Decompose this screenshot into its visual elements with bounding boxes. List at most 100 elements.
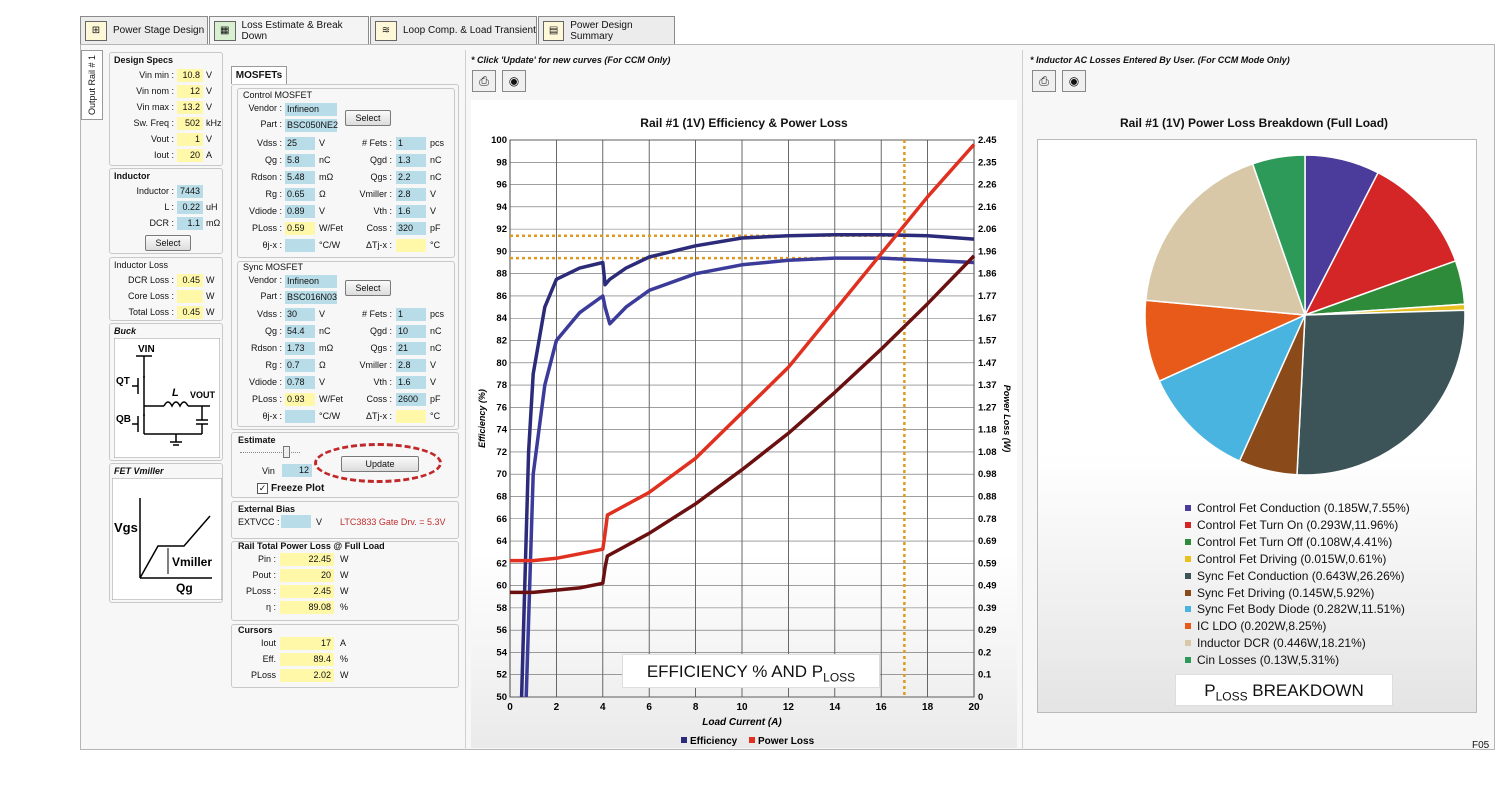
field-value[interactable]: 20: [280, 569, 334, 582]
field-unit: W: [206, 291, 215, 301]
field-value[interactable]: 7443: [177, 185, 203, 198]
y2-tick-label: 1.86: [978, 269, 997, 280]
side-tab-output-rail[interactable]: Output Rail # 1: [81, 50, 103, 120]
pie-camera-icon[interactable]: ◉: [1062, 70, 1086, 92]
tab-loss-estimate[interactable]: ▦ Loss Estimate & Break Down: [209, 16, 369, 44]
field-value[interactable]: 2.02: [280, 669, 334, 682]
y-tick-label: 62: [496, 558, 507, 569]
param-value[interactable]: [285, 410, 315, 423]
param-value[interactable]: 1.73: [285, 342, 315, 355]
field-value[interactable]: [177, 290, 203, 303]
freeze-plot-label: Freeze Plot: [271, 483, 325, 494]
y2-tick-label: 1.96: [978, 246, 997, 257]
param-value[interactable]: 0.93: [285, 393, 315, 406]
param-value[interactable]: 2.2: [396, 171, 426, 184]
pie-printer-icon[interactable]: ⎙: [1032, 70, 1056, 92]
param-value[interactable]: 0.65: [285, 188, 315, 201]
field-value[interactable]: 1.1: [177, 217, 203, 230]
efficiency-note: * Click 'Update' for new curves (For CCM…: [471, 55, 671, 65]
field-label: Vout :: [150, 134, 174, 144]
extvcc-field[interactable]: [281, 515, 311, 528]
param-value[interactable]: [396, 410, 426, 423]
field-value[interactable]: 17: [280, 637, 334, 650]
control-mosfet-select-button[interactable]: Select: [345, 110, 391, 126]
param-value[interactable]: 2.8: [396, 359, 426, 372]
param-label: Rg :: [265, 360, 282, 370]
control-vendor-label: Vendor :: [248, 103, 282, 113]
buck-schematic: VIN QT QB L VOUT: [114, 338, 220, 458]
param-label: Qgs :: [370, 172, 392, 182]
param-label: θj-x :: [262, 411, 282, 421]
extvcc-unit: V: [316, 517, 323, 527]
field-value[interactable]: 12: [177, 85, 203, 98]
panel-divider: [465, 50, 466, 750]
field-value[interactable]: 89.4: [280, 653, 334, 666]
param-value[interactable]: 1.6: [396, 205, 426, 218]
freeze-plot-checkbox[interactable]: ✓: [257, 483, 268, 494]
field-value[interactable]: 22.45: [280, 553, 334, 566]
field-unit: V: [206, 102, 213, 112]
sync-vendor-field[interactable]: Infineon: [285, 275, 337, 288]
field-value[interactable]: 0.22: [177, 201, 203, 214]
x-tick-label: 2: [554, 702, 560, 713]
field-value[interactable]: 1: [177, 133, 203, 146]
sync-part-field[interactable]: BSC016N03: [285, 291, 337, 304]
mosfets-tab[interactable]: MOSFETs: [231, 66, 287, 84]
param-value[interactable]: 2600: [396, 393, 426, 406]
param-value[interactable]: 0.59: [285, 222, 315, 235]
param-value[interactable]: 0.7: [285, 359, 315, 372]
pie-legend-swatch: [1185, 623, 1191, 630]
field-value[interactable]: 13.2: [177, 101, 203, 114]
field-value[interactable]: 502: [177, 117, 203, 130]
param-value[interactable]: 1.3: [396, 154, 426, 167]
param-value[interactable]: 10: [396, 325, 426, 338]
field-value[interactable]: 2.45: [280, 585, 334, 598]
param-value[interactable]: 21: [396, 342, 426, 355]
param-value[interactable]: 54.4: [285, 325, 315, 338]
y-tick-label: 72: [496, 447, 507, 458]
vin-slider-track[interactable]: [240, 452, 300, 454]
field-value[interactable]: 10.8: [177, 69, 203, 82]
buck-qb-label: QB: [116, 414, 131, 425]
estimate-vin-field[interactable]: 12: [282, 464, 312, 477]
field-value[interactable]: 89.08: [280, 601, 334, 614]
y2-tick-label: 2.16: [978, 202, 997, 213]
field-value[interactable]: 0.45: [177, 306, 203, 319]
param-value[interactable]: 1.6: [396, 376, 426, 389]
field-unit: W: [206, 275, 215, 285]
tab-power-design-summary[interactable]: ▤ Power Design Summary: [538, 16, 675, 44]
param-value[interactable]: 25: [285, 137, 315, 150]
pie-legend-label: Inductor DCR (0.446W,18.21%): [1197, 636, 1366, 651]
sync-mosfet-select-button[interactable]: Select: [345, 280, 391, 296]
y2-tick-label: 0.39: [978, 603, 997, 614]
param-value[interactable]: [396, 239, 426, 252]
inductor-loss-title: Inductor Loss: [114, 260, 169, 270]
vgs-label: Vgs: [114, 520, 138, 535]
control-part-field[interactable]: BSC050NE2: [285, 119, 338, 132]
param-value[interactable]: 5.8: [285, 154, 315, 167]
param-value[interactable]: 1: [396, 308, 426, 321]
y2-tick-label: 0.29: [978, 625, 997, 636]
param-unit: W/Fet: [319, 394, 343, 404]
printer-icon[interactable]: ⎙: [472, 70, 496, 92]
tab-power-stage-design[interactable]: ⊞ Power Stage Design: [80, 16, 208, 44]
param-value[interactable]: 0.78: [285, 376, 315, 389]
pie-legend-item: Control Fet Turn On (0.293W,11.96%): [1185, 518, 1398, 532]
field-value[interactable]: 0.45: [177, 274, 203, 287]
param-value[interactable]: [285, 239, 315, 252]
param-value[interactable]: 320: [396, 222, 426, 235]
camera-icon[interactable]: ◉: [502, 70, 526, 92]
control-vendor-field[interactable]: Infineon: [285, 103, 337, 116]
param-label: Vdss :: [256, 309, 282, 319]
inductor-select-button[interactable]: Select: [145, 235, 191, 251]
param-value[interactable]: 5.48: [285, 171, 315, 184]
param-value[interactable]: 0.89: [285, 205, 315, 218]
vin-slider-thumb[interactable]: [283, 446, 290, 458]
field-value[interactable]: 20: [177, 149, 203, 162]
param-value[interactable]: 30: [285, 308, 315, 321]
param-value[interactable]: 2.8: [396, 188, 426, 201]
param-value[interactable]: 1: [396, 137, 426, 150]
pie-legend-swatch: [1185, 640, 1191, 647]
tab-loop-comp[interactable]: ≋ Loop Comp. & Load Transient: [370, 16, 537, 44]
y-tick-label: 68: [496, 491, 507, 502]
